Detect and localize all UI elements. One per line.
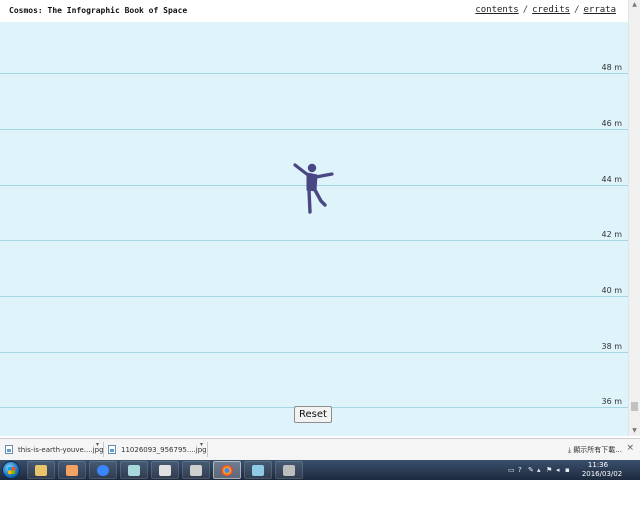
show-all-downloads-link[interactable]: ⤓ 顯示所有下載... [568, 445, 622, 455]
notes-icon [128, 464, 140, 476]
altitude-sky: 48 m 46 m 44 m 42 m 40 m 38 m 36 m Reset [0, 22, 628, 436]
chevron-down-icon[interactable]: ▾ [200, 441, 203, 448]
nav-errata-link[interactable]: errata [583, 5, 616, 15]
document-icon [159, 464, 171, 476]
altitude-label: 36 m [601, 397, 622, 406]
clock-date[interactable]: 2016/03/02 [578, 470, 626, 478]
image-file-icon [108, 445, 116, 454]
volume-icon[interactable]: ◂ [556, 466, 560, 474]
image-file-icon [5, 445, 13, 454]
nav-contents-link[interactable]: contents [475, 5, 518, 15]
explorer-icon [35, 464, 47, 476]
taskbar-app[interactable] [151, 461, 179, 479]
taskbar-app[interactable] [213, 461, 241, 479]
chrome-icon [221, 464, 233, 476]
altitude-gridline [0, 296, 628, 297]
taskbar-app[interactable] [182, 461, 210, 479]
scroll-up-icon[interactable]: ▲ [629, 0, 640, 10]
download-item[interactable]: 11026093_956795....jpg [108, 442, 207, 457]
altitude-gridline [0, 240, 628, 241]
top-nav: contents / credits / errata [475, 5, 616, 15]
taskbar-app[interactable] [58, 461, 86, 479]
keyboard-icon[interactable]: ▭ [508, 466, 515, 474]
chevron-up-icon[interactable]: ▴ [537, 466, 541, 474]
nav-separator: / [574, 5, 580, 15]
taskbar-app[interactable] [120, 461, 148, 479]
site-title: Cosmos: The Infographic Book of Space [9, 6, 188, 15]
scroll-thumb[interactable] [631, 402, 638, 411]
divider [207, 442, 208, 457]
taskbar-app[interactable] [27, 461, 55, 479]
altitude-label: 40 m [601, 286, 622, 295]
film-app-icon [283, 464, 295, 476]
desktop-margin [0, 480, 640, 512]
scroll-down-icon[interactable]: ▼ [629, 426, 640, 436]
altitude-gridline [0, 73, 628, 74]
internet-explorer-icon [97, 464, 109, 476]
clock-time[interactable]: 11:36 [578, 461, 618, 469]
media-player-icon [66, 464, 78, 476]
nav-separator: / [522, 5, 529, 15]
help-icon[interactable]: ? [518, 466, 522, 474]
download-filename: 11026093_956795....jpg [121, 445, 207, 454]
falling-person-icon[interactable] [291, 161, 335, 215]
camera-icon [190, 464, 202, 476]
download-filename: this-is-earth-youve....jpg [18, 445, 104, 454]
altitude-gridline [0, 129, 628, 130]
chevron-down-icon[interactable]: ▾ [96, 441, 99, 448]
page-header: Cosmos: The Infographic Book of Space co… [0, 0, 628, 22]
altitude-label: 42 m [601, 230, 622, 239]
start-button[interactable] [2, 461, 20, 479]
pen-icon[interactable]: ✎ [528, 466, 534, 474]
show-all-label: 顯示所有下載... [573, 446, 622, 454]
taskbar-app[interactable] [275, 461, 303, 479]
close-icon[interactable]: × [626, 443, 634, 453]
nav-credits-link[interactable]: credits [532, 5, 570, 15]
divider [103, 442, 104, 457]
flag-icon[interactable]: ⚑ [546, 466, 552, 474]
vertical-scrollbar[interactable]: ▲ ▼ [628, 0, 640, 436]
network-icon[interactable]: ▪ [565, 466, 570, 474]
altitude-gridline [0, 352, 628, 353]
altitude-label: 48 m [601, 63, 622, 72]
taskbar: ▭ ? ✎ ▴ ⚑ ◂ ▪ 11:36 2016/03/02 [0, 460, 640, 480]
download-shelf: this-is-earth-youve....jpg ▾ 11026093_95… [0, 438, 640, 460]
photo-viewer-icon [252, 464, 264, 476]
download-item[interactable]: this-is-earth-youve....jpg [5, 442, 104, 457]
altitude-label: 38 m [601, 342, 622, 351]
altitude-label: 44 m [601, 175, 622, 184]
reset-button[interactable]: Reset [294, 406, 332, 423]
system-tray: ▭ ? ✎ ▴ ⚑ ◂ ▪ 11:36 2016/03/02 [504, 460, 640, 480]
taskbar-app[interactable] [89, 461, 117, 479]
altitude-label: 46 m [601, 119, 622, 128]
taskbar-app[interactable] [244, 461, 272, 479]
